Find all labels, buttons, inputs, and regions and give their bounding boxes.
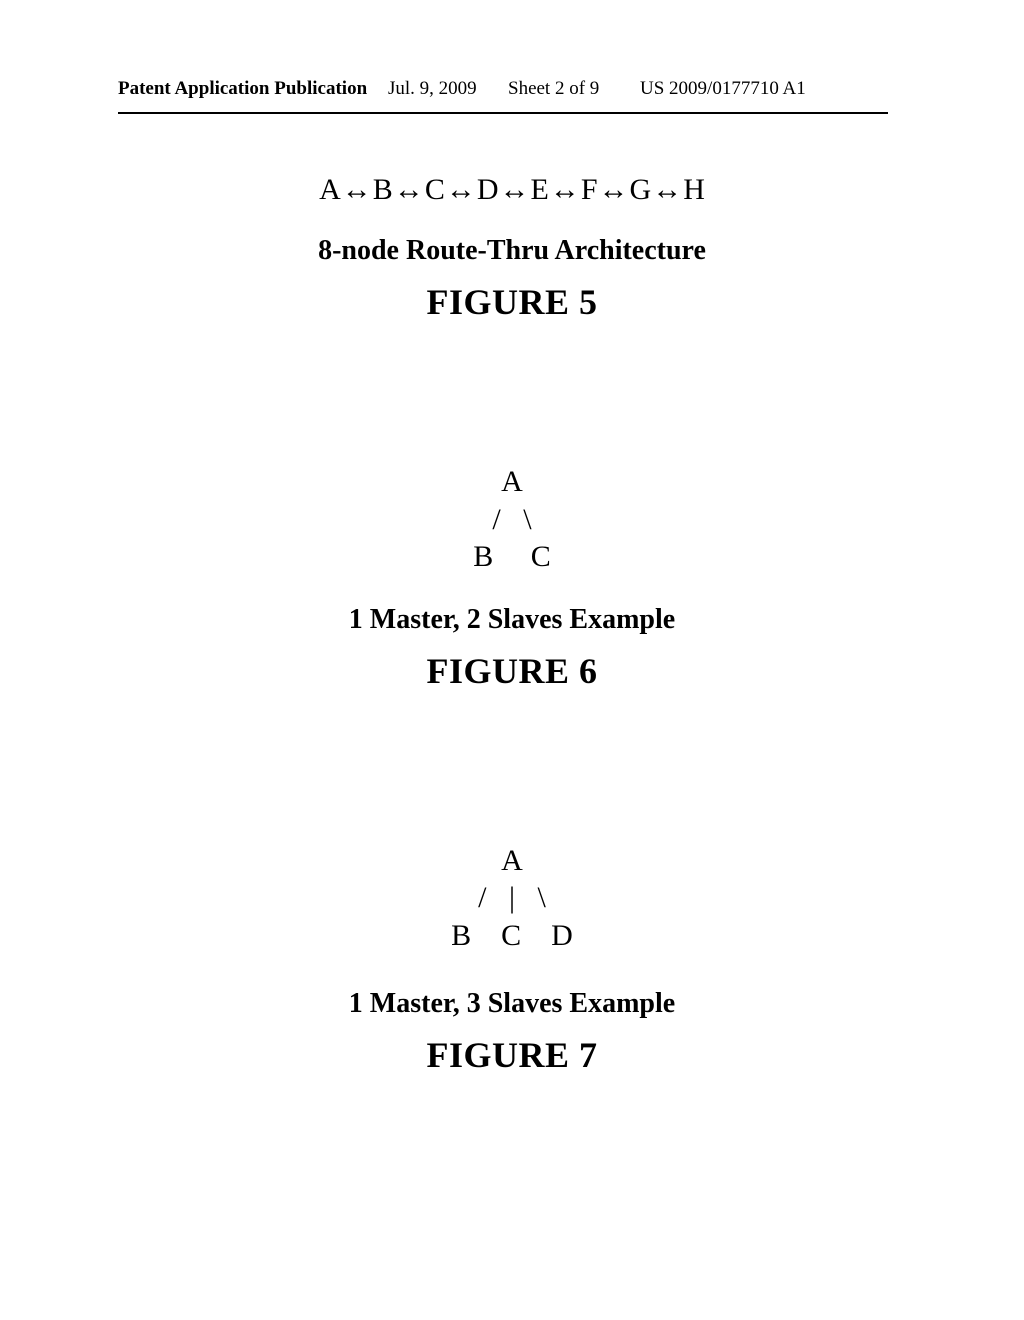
node-e: E bbox=[531, 173, 549, 207]
header-date: Jul. 9, 2009 bbox=[388, 78, 477, 100]
header-pubno: US 2009/0177710 A1 bbox=[640, 78, 806, 100]
tree-row-leaves: B C D bbox=[451, 917, 573, 955]
double-arrow-icon: ↔ bbox=[445, 173, 477, 207]
header-publication: Patent Application Publication bbox=[118, 78, 367, 100]
node-b: B bbox=[373, 173, 393, 207]
double-arrow-icon: ↔ bbox=[651, 173, 683, 207]
tree-row-top: A bbox=[451, 842, 573, 880]
double-arrow-icon: ↔ bbox=[549, 173, 581, 207]
double-arrow-icon: ↔ bbox=[499, 173, 531, 207]
double-arrow-icon: ↔ bbox=[598, 173, 630, 207]
figure-5: A ↔ B ↔ C ↔ D ↔ E ↔ F ↔ G ↔ H 8-node Rou… bbox=[0, 173, 1024, 323]
tree-row-edges: / \ bbox=[473, 501, 551, 539]
page: Patent Application Publication Jul. 9, 2… bbox=[0, 0, 1024, 1320]
double-arrow-icon: ↔ bbox=[341, 173, 373, 207]
figure-7-tree: A / | \ B C D bbox=[451, 842, 573, 955]
figure-5-caption: 8-node Route-Thru Architecture bbox=[0, 235, 1024, 267]
figure-7-label: FIGURE 7 bbox=[0, 1034, 1024, 1076]
node-f: F bbox=[581, 173, 598, 207]
figure-6-caption: 1 Master, 2 Slaves Example bbox=[0, 604, 1024, 636]
tree-row-edges: / | \ bbox=[451, 879, 573, 917]
node-a: A bbox=[319, 173, 341, 207]
tree-row-leaves: B C bbox=[473, 538, 551, 576]
figure-6-label: FIGURE 6 bbox=[0, 650, 1024, 692]
tree-row-top: A bbox=[473, 463, 551, 501]
double-arrow-icon: ↔ bbox=[393, 173, 425, 207]
figure-6: A / \ B C 1 Master, 2 Slaves Example FIG… bbox=[0, 463, 1024, 692]
node-g: G bbox=[630, 173, 652, 207]
figure-7: A / | \ B C D 1 Master, 3 Slaves Example… bbox=[0, 842, 1024, 1077]
node-c: C bbox=[425, 173, 445, 207]
figure-5-chain: A ↔ B ↔ C ↔ D ↔ E ↔ F ↔ G ↔ H bbox=[319, 173, 705, 207]
figure-5-label: FIGURE 5 bbox=[0, 281, 1024, 323]
header-sheet: Sheet 2 of 9 bbox=[508, 78, 599, 100]
node-d: D bbox=[477, 173, 499, 207]
figure-7-caption: 1 Master, 3 Slaves Example bbox=[0, 988, 1024, 1020]
figure-6-tree: A / \ B C bbox=[473, 463, 551, 576]
header-rule bbox=[118, 112, 888, 114]
node-h: H bbox=[683, 173, 705, 207]
